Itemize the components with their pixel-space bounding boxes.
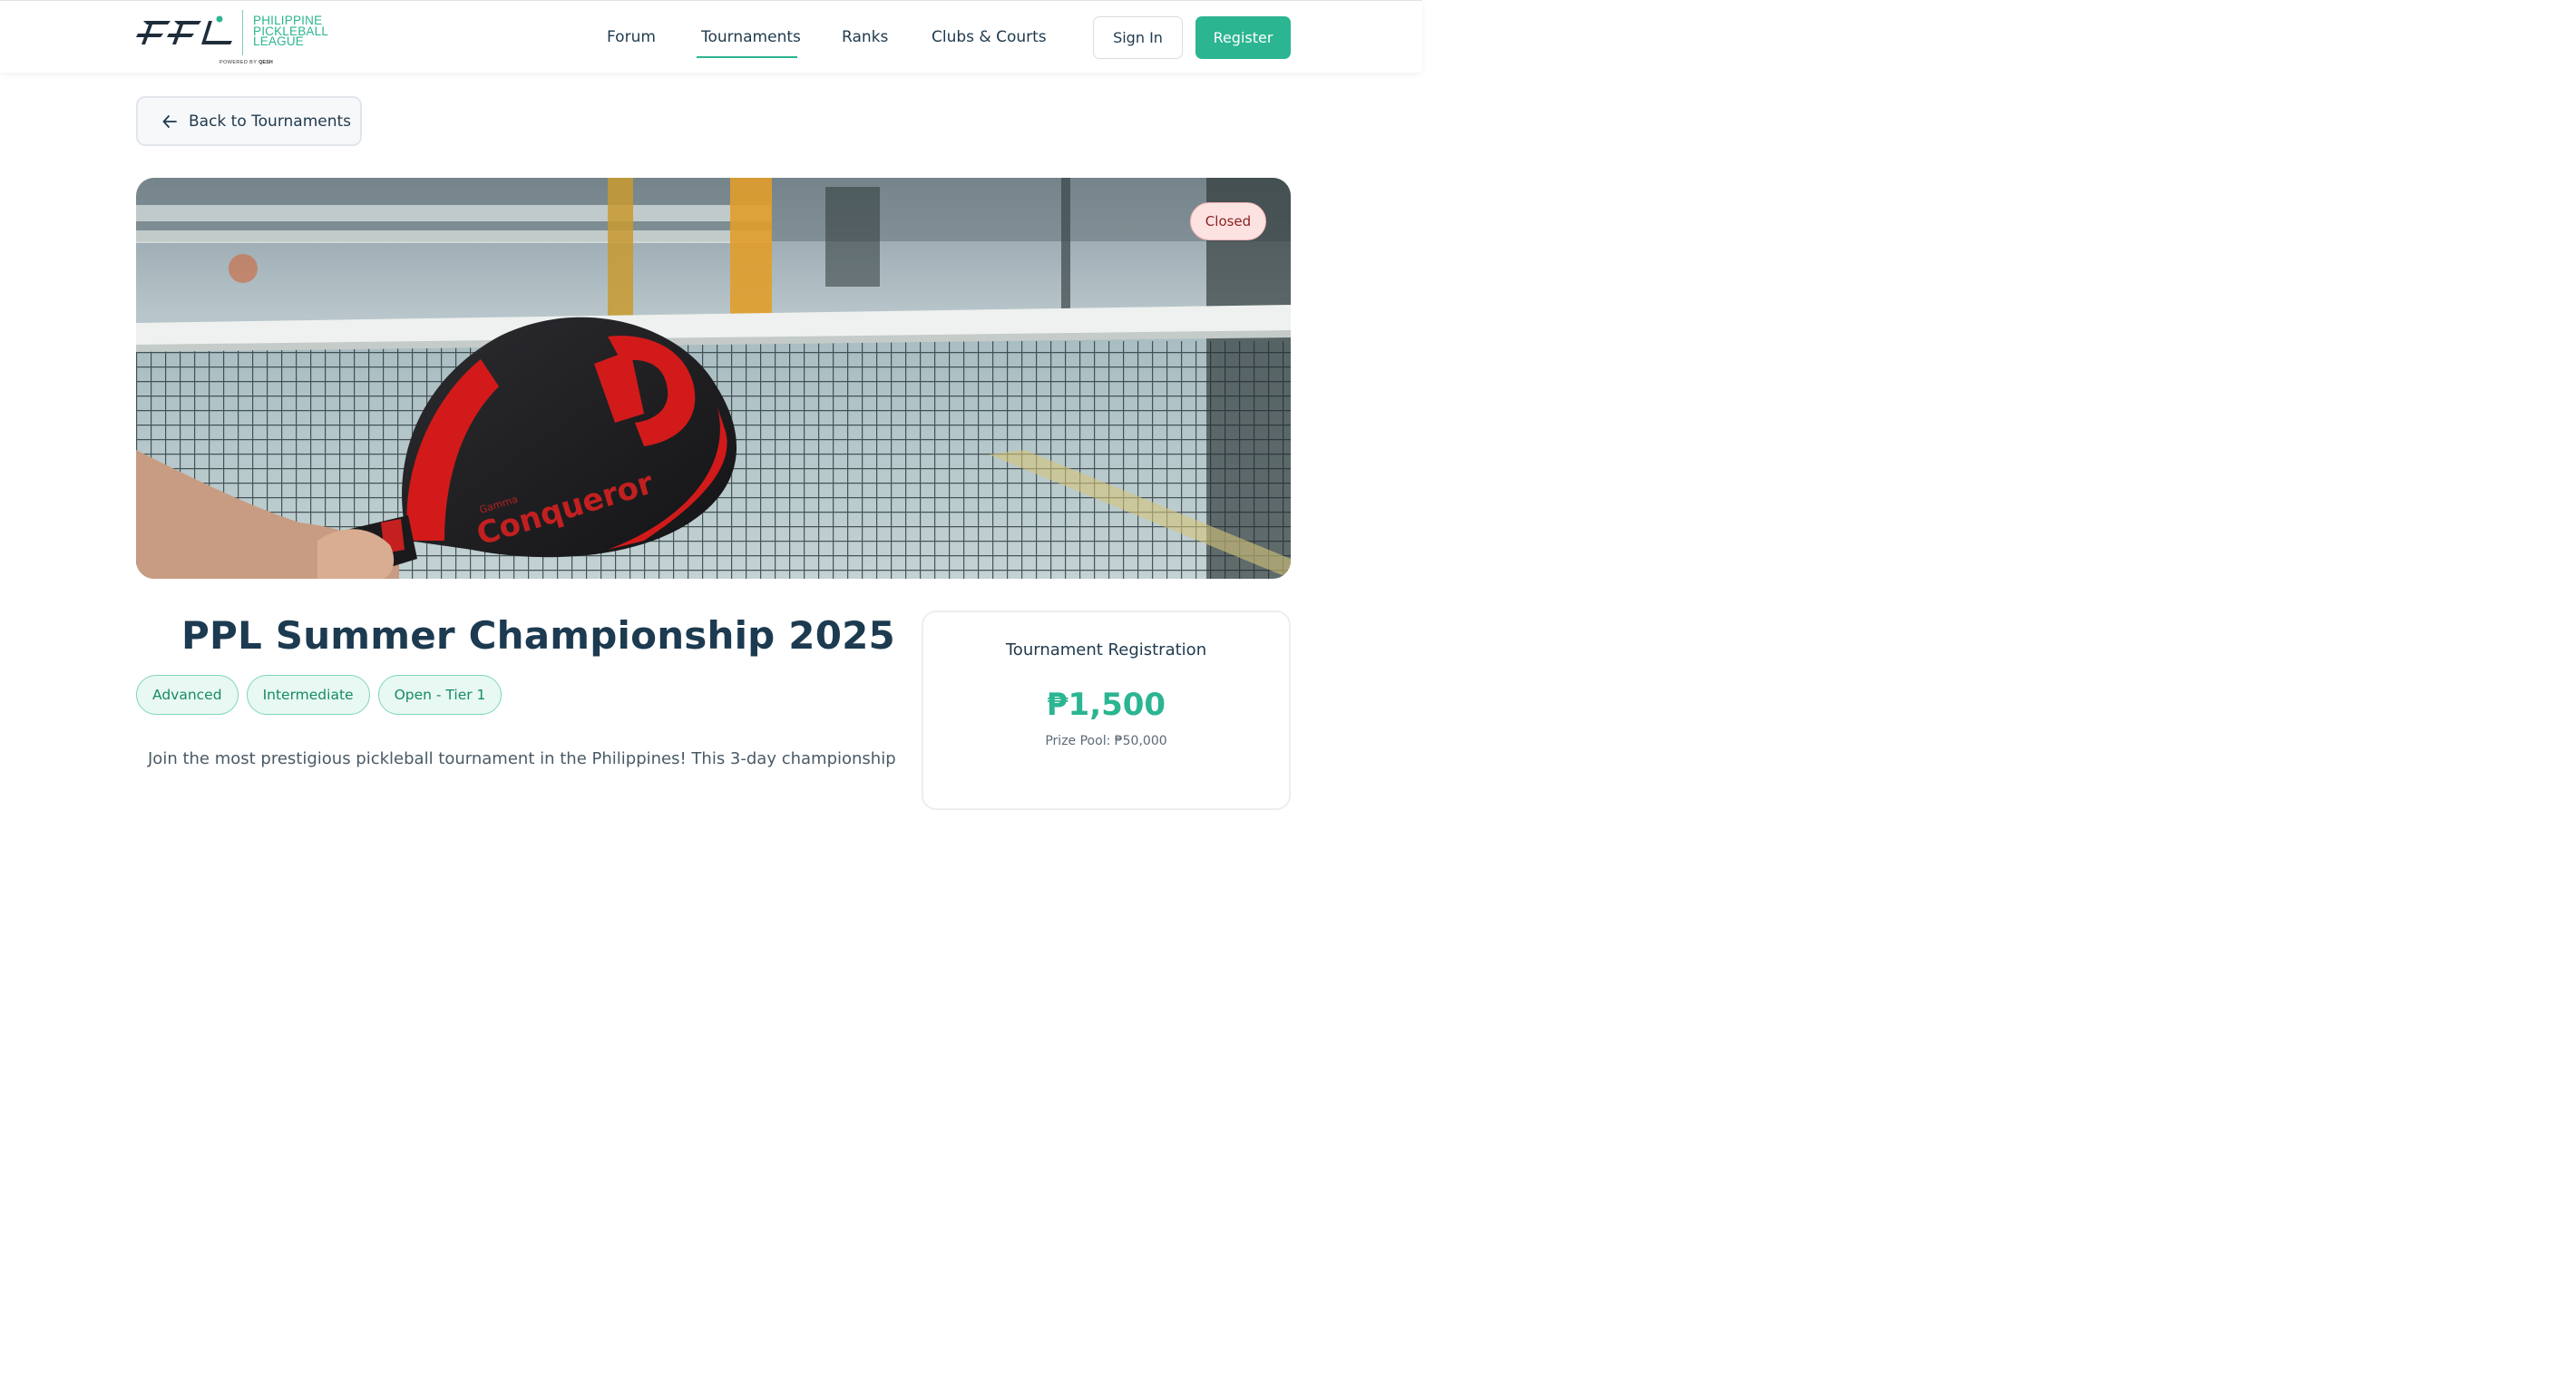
- powered-prefix: POWERED BY: [220, 60, 258, 65]
- register-button[interactable]: Register: [1195, 16, 1291, 59]
- sign-in-button[interactable]: Sign In: [1093, 16, 1183, 59]
- logo-powered-by: POWERED BY QESH: [220, 60, 273, 65]
- tournament-hero-image: Conqueror Gamma Closed: [136, 178, 1291, 579]
- nav-item-clubs-courts[interactable]: Clubs & Courts: [932, 28, 1047, 46]
- registration-title: Tournament Registration: [1005, 640, 1207, 659]
- tag-open-tier-1: Open - Tier 1: [377, 675, 503, 715]
- nav-item-ranks[interactable]: Ranks: [842, 28, 888, 46]
- nav-item-tournaments[interactable]: Tournaments: [701, 28, 801, 46]
- logo-line: LEAGUE: [253, 34, 304, 48]
- nav-item-forum[interactable]: Forum: [607, 28, 656, 46]
- back-to-tournaments-button[interactable]: Back to Tournaments: [136, 96, 362, 146]
- ppl-logo[interactable]: PHILIPPINE PICKLEBALL LEAGUE POWERED BY …: [136, 10, 354, 68]
- pickleball-court-photo: Conqueror Gamma: [136, 178, 1291, 579]
- ppl-logo-mark-icon: [136, 15, 232, 44]
- skill-level-tags: Advanced Intermediate Open - Tier 1: [136, 675, 503, 715]
- tag-advanced: Advanced: [136, 675, 239, 715]
- status-badge: Closed: [1190, 202, 1266, 240]
- site-header: PHILIPPINE PICKLEBALL LEAGUE POWERED BY …: [0, 0, 1422, 73]
- logo-wordmark: PHILIPPINE PICKLEBALL LEAGUE: [253, 15, 328, 47]
- powered-brand: QESH: [259, 60, 273, 65]
- tag-intermediate: Intermediate: [246, 675, 370, 715]
- active-nav-indicator: [697, 56, 797, 58]
- tournament-title: PPL Summer Championship 2025: [181, 613, 895, 658]
- tournament-description: Join the most prestigious pickleball tou…: [148, 749, 896, 768]
- registration-fee: ₱1,500: [1046, 687, 1166, 723]
- arrow-left-icon: [162, 114, 177, 128]
- registration-card: Tournament Registration ₱1,500 Prize Poo…: [922, 610, 1291, 810]
- prize-pool: Prize Pool: ₱50,000: [1045, 734, 1167, 748]
- logo-divider: [242, 10, 243, 55]
- back-button-label: Back to Tournaments: [189, 112, 352, 131]
